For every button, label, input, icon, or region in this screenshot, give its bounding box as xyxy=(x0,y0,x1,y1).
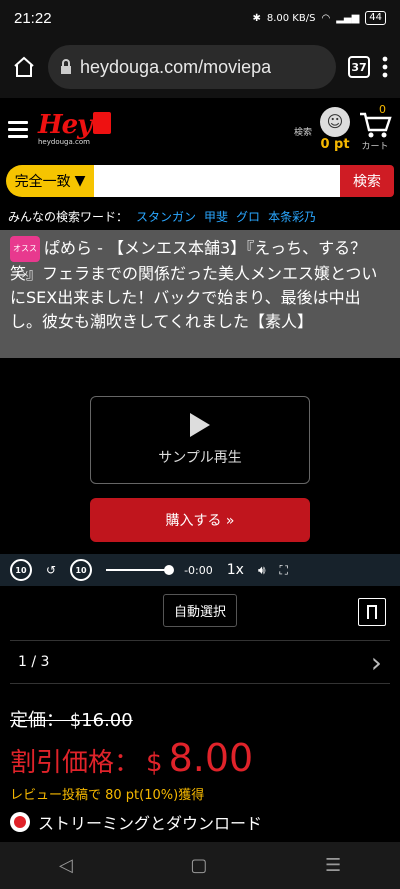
seek-slider[interactable] xyxy=(106,565,175,575)
network-speed: 8.00 KB/S xyxy=(266,12,316,24)
review-bonus-text: レビュー投稿で 80 pt(10%)獲得 xyxy=(10,788,205,803)
cart-label: カート xyxy=(361,141,389,152)
points-balance: 0 pt xyxy=(320,136,350,152)
logo-word: Hey xyxy=(38,110,92,140)
forward-10-icon[interactable]: 10 xyxy=(70,559,93,581)
keyword-link[interactable]: グロ xyxy=(236,208,260,225)
site-logo[interactable]: Hey heydouga.com xyxy=(38,110,112,146)
video-title: オススメぱめら - 【メンエス本舗3】『えっち、する？笑』フェラまでの関係だった… xyxy=(10,236,390,334)
volume-icon[interactable]: 🔊︎ xyxy=(258,563,266,578)
bluetooth-icon: ✱ xyxy=(252,12,261,24)
rewind-10-icon[interactable]: 10 xyxy=(10,559,32,581)
logo-flag-icon xyxy=(93,112,112,134)
stream-option[interactable]: ストリーミングとダウンロード xyxy=(10,810,262,834)
keyword-link[interactable]: 本条彩乃 xyxy=(268,208,316,225)
cart-icon xyxy=(360,112,392,137)
lock-icon xyxy=(61,59,71,74)
sale-price-label: 割引価格： xyxy=(10,748,141,778)
menu-dots-icon[interactable] xyxy=(382,56,388,78)
url-field[interactable]: heydouga.com/moviepa xyxy=(48,45,336,89)
video-title-text: ぱめら - 【メンエス本舗3】『えっち、する？笑』フェラまでの関係だった美人メン… xyxy=(10,238,378,332)
video-title-block: オススメぱめら - 【メンエス本舗3】『えっち、する？笑』フェラまでの関係だった… xyxy=(0,230,400,358)
quality-row: 自動選択 xyxy=(0,586,400,634)
hamburger-menu-icon[interactable] xyxy=(8,120,28,138)
pricing-section: 定価： $16.00 割引価格： $8.00 レビュー投稿で 80 pt(10%… xyxy=(10,706,390,803)
url-text: heydouga.com/moviepa xyxy=(80,56,272,77)
sample-play-label: サンプル再生 xyxy=(158,450,242,466)
avatar-icon: ☺ xyxy=(320,106,350,137)
popular-label: みんなの検索ワード： xyxy=(8,209,129,224)
header-search-link[interactable]: 検索 xyxy=(294,125,312,138)
sale-amount: 8.00 xyxy=(168,736,254,780)
cart-count: 0 xyxy=(379,102,386,116)
purchase-button[interactable]: 購入する » xyxy=(90,498,310,542)
home-nav-icon[interactable]: ▢ xyxy=(190,855,207,876)
stream-option-label: ストリーミングとダウンロード xyxy=(38,814,263,833)
home-icon[interactable] xyxy=(12,55,36,79)
page-indicator: 1 / 3 xyxy=(18,654,50,670)
match-mode-select[interactable]: 完全一致 ▼ xyxy=(6,165,94,197)
sale-currency: $ xyxy=(146,748,163,778)
sample-play-button[interactable]: サンプル再生 xyxy=(90,396,310,484)
auto-select-button[interactable]: 自動選択 xyxy=(162,593,237,627)
search-input[interactable] xyxy=(94,165,340,197)
cart-button[interactable]: 0 カート xyxy=(358,103,392,152)
status-icons: ✱ 8.00 KB/S ◠ ▂▄▆ 44 xyxy=(252,11,386,25)
caret-down-icon: ▼ xyxy=(74,173,86,189)
playback-speed-button[interactable]: 1x xyxy=(227,562,244,578)
signal-icon: ▂▄▆ xyxy=(336,12,360,24)
video-player[interactable]: サンプル再生 購入する » 10 ↺ 10 -0:00 1x 🔊︎ ⛶ xyxy=(0,358,400,586)
seek-handle[interactable] xyxy=(164,565,175,575)
system-nav-bar: ◁ ▢ ☰ xyxy=(0,842,400,889)
bookmark-icon xyxy=(367,605,377,619)
chevron-right-icon[interactable]: › xyxy=(371,646,382,679)
browser-toolbar: heydouga.com/moviepa 37 xyxy=(0,36,400,98)
status-time: 21:22 xyxy=(14,9,52,27)
site-header: Hey heydouga.com 検索 ☺ 0 pt 0 カート xyxy=(0,98,400,160)
search-button[interactable]: 検索 xyxy=(340,165,394,197)
wifi-icon: ◠ xyxy=(321,12,331,24)
radio-selected-icon[interactable] xyxy=(10,812,30,832)
replay-icon[interactable]: ↺ xyxy=(46,563,56,577)
player-controls: 10 ↺ 10 -0:00 1x 🔊︎ ⛶ xyxy=(0,554,400,586)
search-bar: 完全一致 ▼ 検索 xyxy=(0,160,400,202)
back-icon[interactable]: ◁ xyxy=(59,855,73,876)
play-icon xyxy=(190,413,210,437)
battery-icon: 44 xyxy=(365,11,386,25)
keyword-link[interactable]: 甲斐 xyxy=(204,208,228,225)
tab-switcher-button[interactable]: 37 xyxy=(348,56,370,78)
time-remaining: -0:00 xyxy=(184,563,213,577)
match-mode-label: 完全一致 xyxy=(14,174,71,190)
keyword-link[interactable]: スタンガン xyxy=(136,208,196,225)
popular-keywords: みんなの検索ワード： スタンガン 甲斐 グロ 本条彩乃 xyxy=(0,202,400,230)
bookmark-button[interactable] xyxy=(358,598,386,626)
status-bar: 21:22 ✱ 8.00 KB/S ◠ ▂▄▆ 44 xyxy=(0,0,400,36)
recommended-badge-icon: オススメ xyxy=(10,236,40,279)
user-account[interactable]: ☺ 0 pt xyxy=(320,106,350,152)
recents-icon[interactable]: ☰ xyxy=(325,855,341,876)
logo-subtitle: heydouga.com xyxy=(38,138,90,146)
pagination-row[interactable]: 1 / 3 › xyxy=(10,640,390,684)
list-price: 定価： $16.00 xyxy=(10,710,133,731)
sale-price: 割引価格： $8.00 xyxy=(10,736,390,780)
fullscreen-icon[interactable]: ⛶ xyxy=(280,563,288,578)
